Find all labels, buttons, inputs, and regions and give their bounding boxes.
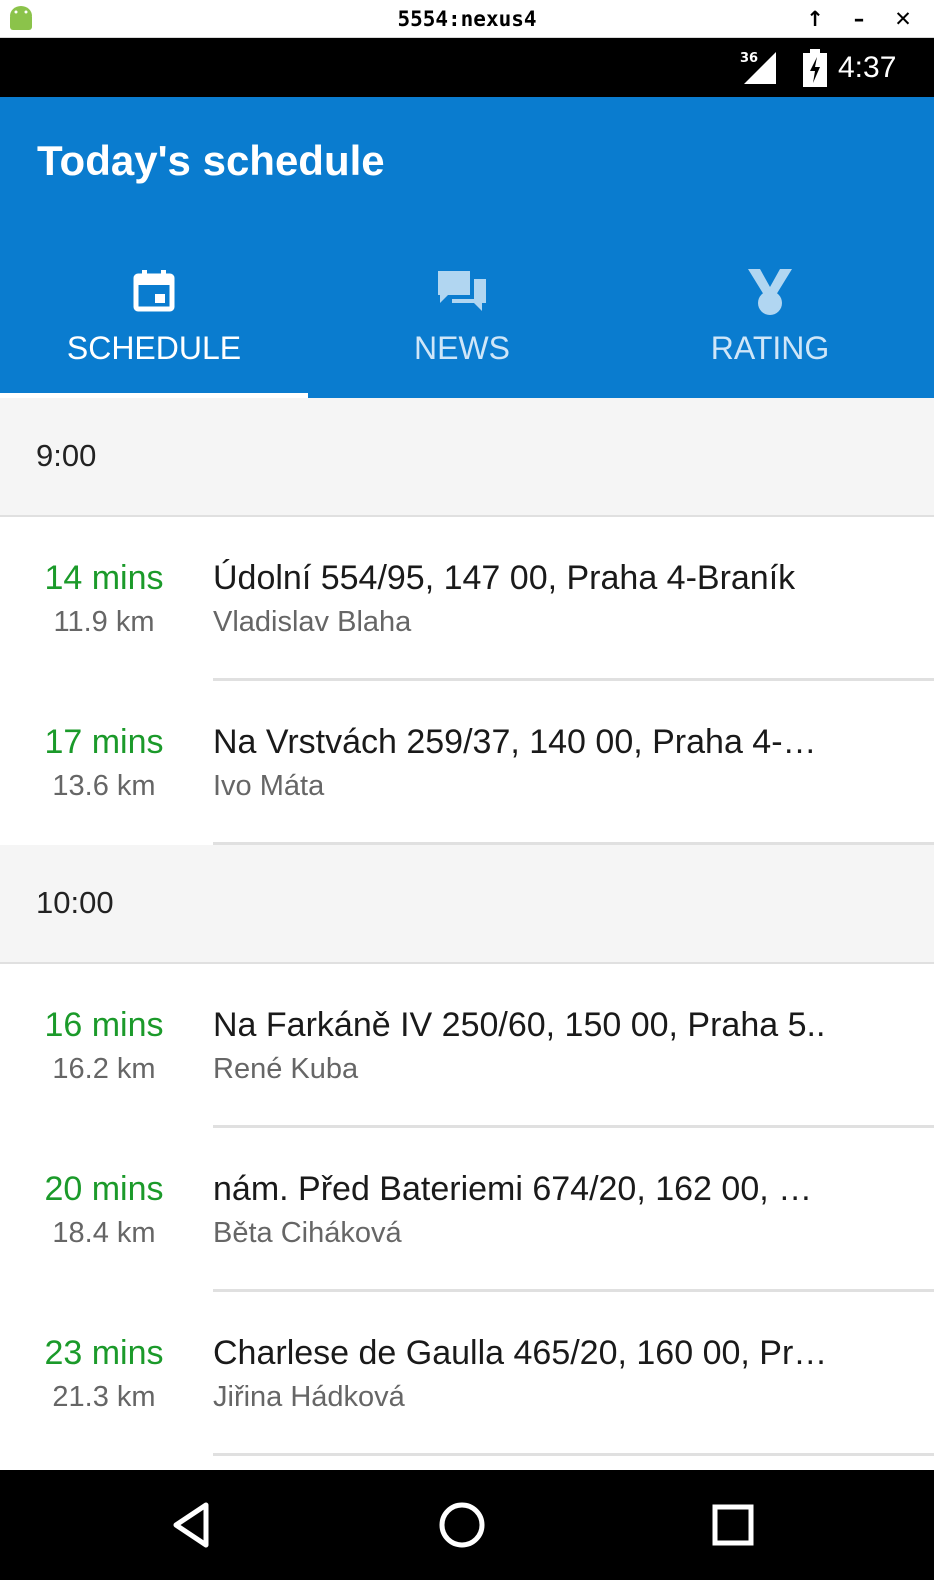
- list-item[interactable]: 14 mins 11.9 km Údolní 554/95, 147 00, P…: [0, 517, 934, 681]
- navigation-bar: [0, 1470, 934, 1580]
- emulator-controls: ↑ – ✕: [804, 0, 914, 38]
- client-name: Ivo Máta: [213, 770, 325, 802]
- back-icon[interactable]: [164, 1497, 220, 1553]
- client-name: Vladislav Blaha: [213, 606, 412, 638]
- emulator-title-bar: 5554:nexus4 ↑ – ✕: [0, 0, 934, 38]
- distance: 21.3 km: [52, 1381, 156, 1413]
- schedule-list: 9:00 14 mins 11.9 km Údolní 554/95, 147 …: [0, 398, 934, 1456]
- emulator-close-button[interactable]: ✕: [892, 7, 914, 31]
- divider: [213, 1453, 934, 1456]
- emulator-title: 5554:nexus4: [397, 7, 537, 31]
- list-item[interactable]: 23 mins 21.3 km Charlese de Gaulla 465/2…: [0, 1292, 934, 1456]
- client-name: René Kuba: [213, 1053, 359, 1085]
- status-bar: 36 4:37: [0, 38, 934, 97]
- distance: 18.4 km: [52, 1217, 156, 1249]
- divider: [213, 842, 934, 845]
- chat-icon: [438, 271, 486, 311]
- address: Údolní 554/95, 147 00, Praha 4-Braník: [213, 559, 796, 597]
- distance: 13.6 km: [52, 770, 156, 802]
- list-item[interactable]: 16 mins 16.2 km Na Farkáně IV 250/60, 15…: [0, 964, 934, 1128]
- distance: 16.2 km: [52, 1053, 156, 1085]
- tab-rating-label: RATING: [710, 330, 830, 366]
- app-bar: Today's schedule SCHEDULE NEWS RATING: [0, 97, 934, 398]
- tab-news-label: NEWS: [414, 330, 510, 366]
- travel-time: 23 mins: [44, 1334, 164, 1372]
- travel-time: 17 mins: [44, 723, 164, 761]
- address: Na Vrstvách 259/37, 140 00, Praha 4-…: [213, 723, 817, 761]
- tab-news[interactable]: NEWS: [308, 257, 616, 398]
- client-name: Běta Ciháková: [213, 1217, 402, 1249]
- calendar-icon: [133, 270, 175, 312]
- tab-schedule[interactable]: SCHEDULE: [0, 257, 308, 398]
- list-item[interactable]: 17 mins 13.6 km Na Vrstvách 259/37, 140 …: [0, 681, 934, 845]
- distance: 11.9 km: [53, 606, 155, 638]
- list-item[interactable]: 20 mins 18.4 km nám. Před Bateriemi 674/…: [0, 1128, 934, 1292]
- status-clock: 4:37: [838, 51, 897, 84]
- client-name: Jiřina Hádková: [213, 1381, 405, 1413]
- battery-icon: [803, 49, 827, 87]
- address: nám. Před Bateriemi 674/20, 162 00, …: [213, 1170, 813, 1208]
- time-header: 10:00: [0, 845, 934, 964]
- emulator-up-button[interactable]: ↑: [804, 7, 826, 31]
- recents-icon[interactable]: [705, 1497, 761, 1553]
- network-type: 36: [740, 51, 759, 66]
- travel-time: 14 mins: [44, 559, 164, 597]
- time-header: 9:00: [0, 398, 934, 517]
- address: Charlese de Gaulla 465/20, 160 00, Pr…: [213, 1334, 828, 1372]
- travel-time: 20 mins: [44, 1170, 164, 1208]
- tab-rating[interactable]: RATING: [616, 257, 924, 398]
- medal-icon: [748, 269, 792, 315]
- home-icon[interactable]: [434, 1497, 490, 1553]
- address: Na Farkáně IV 250/60, 150 00, Praha 5..: [213, 1006, 826, 1044]
- tab-schedule-label: SCHEDULE: [66, 330, 242, 366]
- travel-time: 16 mins: [44, 1006, 164, 1044]
- emulator-minimize-button[interactable]: –: [848, 7, 870, 31]
- page-title: Today's schedule: [37, 137, 385, 184]
